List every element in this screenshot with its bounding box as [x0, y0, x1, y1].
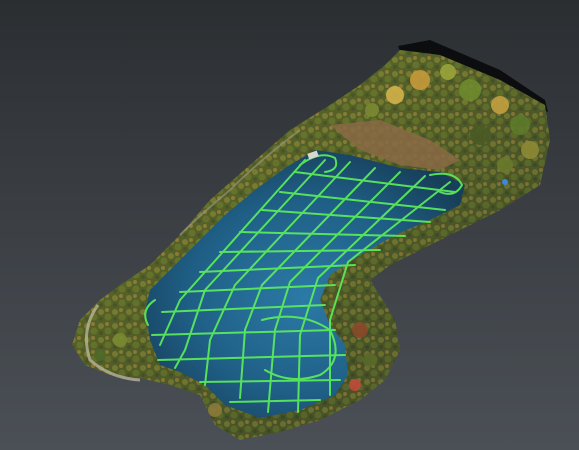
terrain-model[interactable]: [0, 0, 579, 450]
3d-viewport[interactable]: [0, 0, 579, 450]
blue-marker: [502, 179, 508, 185]
